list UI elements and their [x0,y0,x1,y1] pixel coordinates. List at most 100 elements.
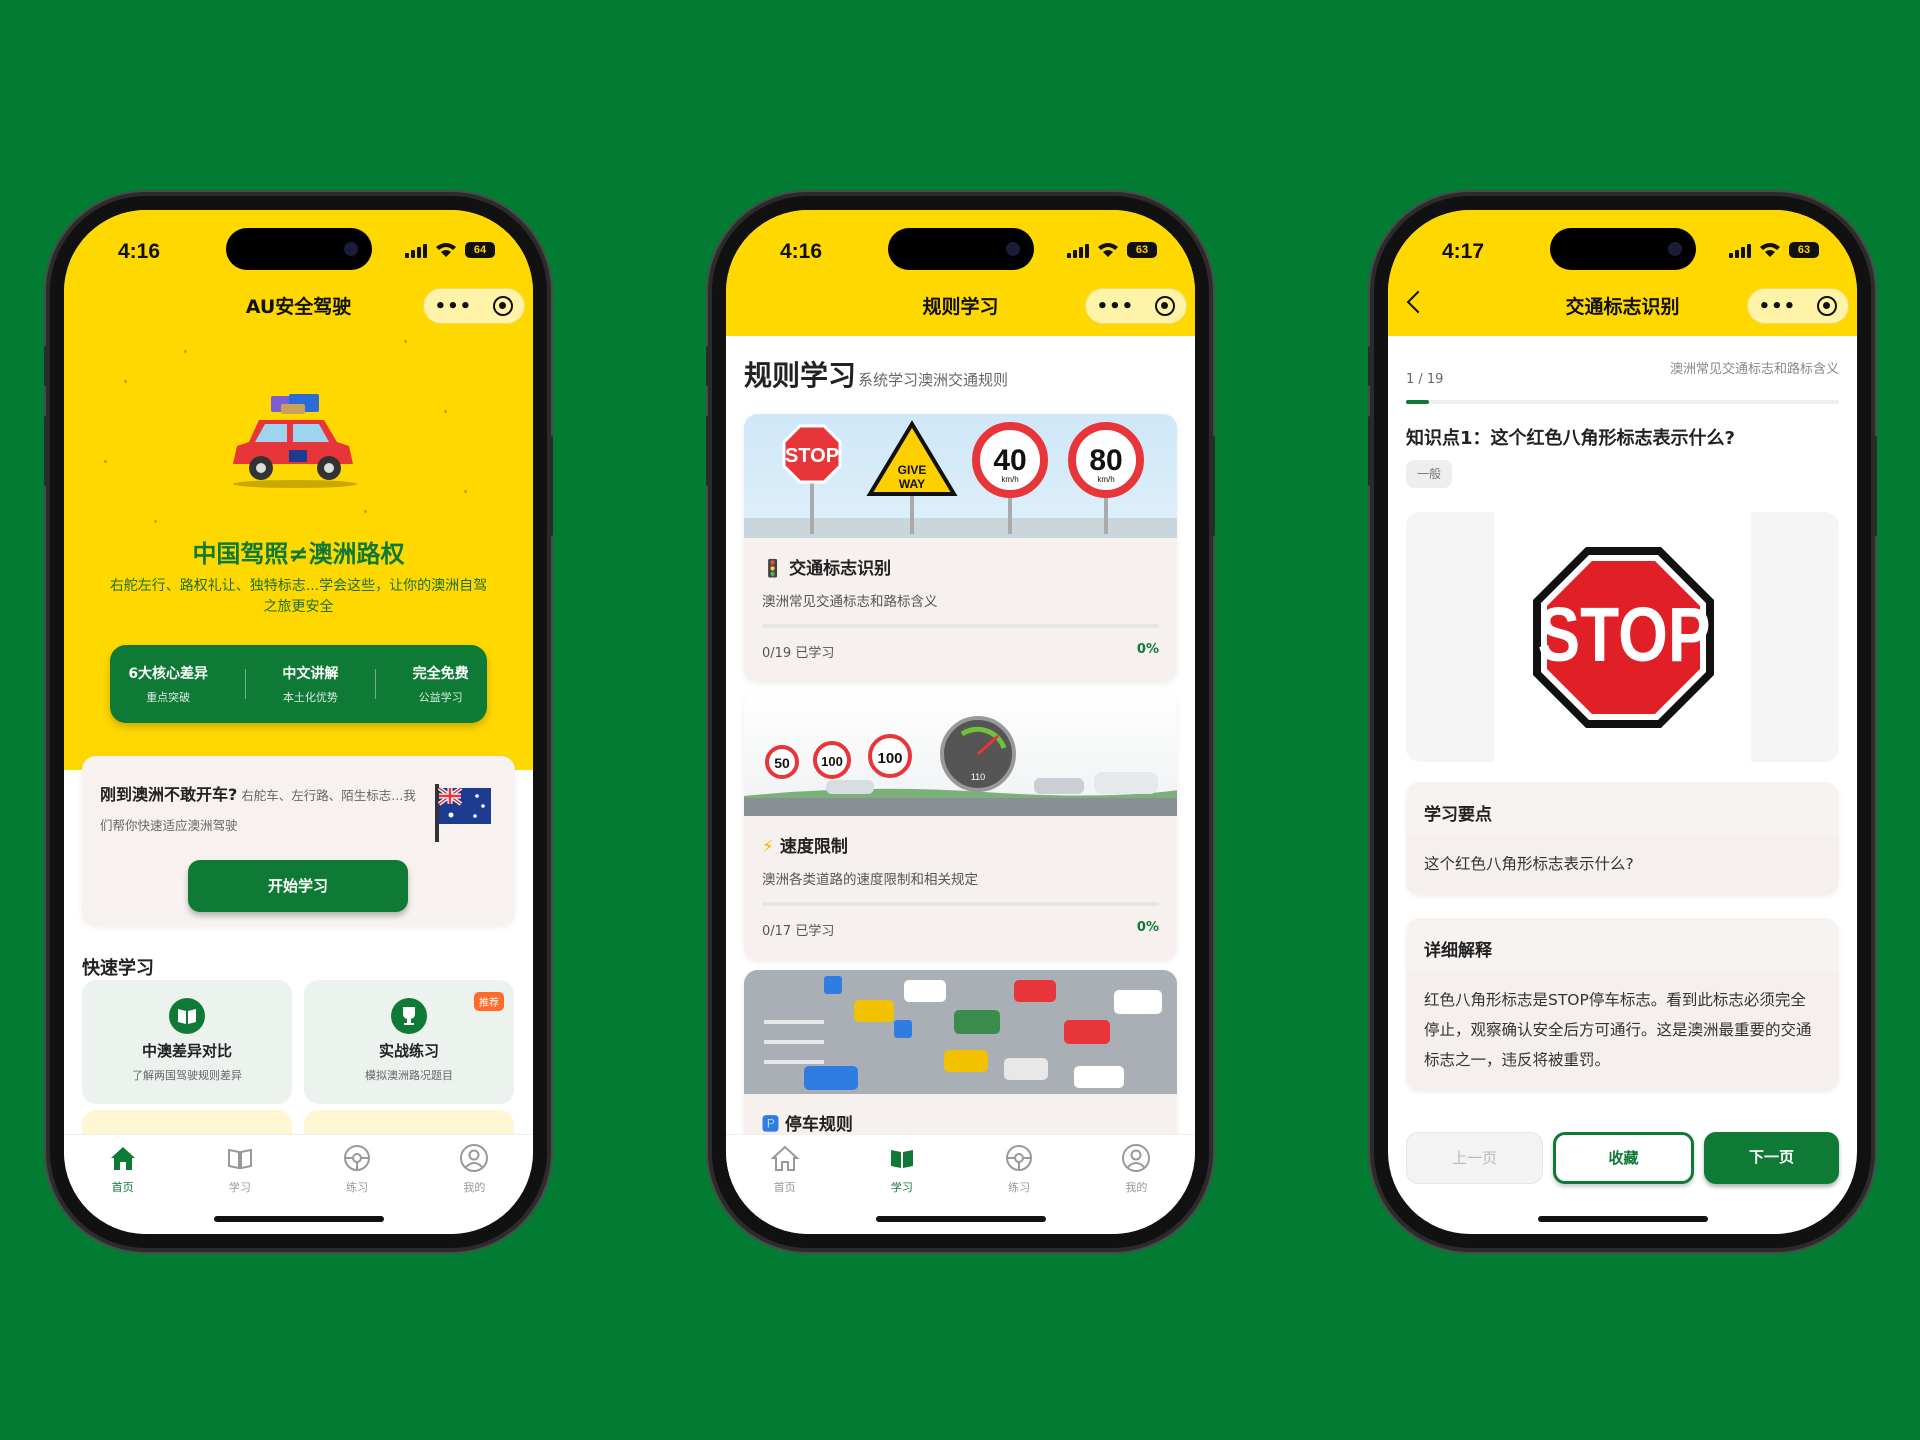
steering-wheel-icon [1006,1145,1033,1171]
quick-card-sub: 模拟澳洲路况题目 [365,1069,453,1082]
favorite-button[interactable]: 收藏 [1553,1132,1694,1184]
page-subtitle: 系统学习澳洲交通规则 [858,371,1009,389]
book-icon [890,1150,913,1168]
promo-text: 刚到澳洲不敢开车? 右舵车、左行路、陌生标志...我们帮你快速适应澳洲驾驶 [100,785,416,833]
screen: 4:17 63 交通标志识别 ••• 1 / 19 澳洲常见交通标志和路标含义 … [1388,210,1857,1234]
svg-text:km/h: km/h [1097,475,1114,484]
mini-program-capsule: ••• [1085,288,1187,324]
battery-icon: 64 [465,242,495,258]
tab-mine[interactable]: 我的 [1096,1143,1176,1234]
lesson-progress: 0/19 已学习 [762,646,835,661]
svg-text:100: 100 [877,750,902,767]
status-time: 4:17 [1442,240,1485,263]
nav-bar: 规则学习 ••• [726,276,1195,336]
quick-card-sub: 了解两国驾驶规则差异 [132,1069,242,1082]
give-way-text: GIVE [898,463,927,477]
key-points-text: 这个红色八角形标志表示什么? [1406,835,1839,895]
topic-label: 澳洲常见交通标志和路标含义 [1669,362,1839,377]
lesson-title: 🚦 交通标志识别 [762,559,892,579]
wifi-icon [1098,243,1118,257]
lesson-card-signs[interactable]: STOP GIVE WAY 40 km/h 80 km/h 🚦 交通标志识别 澳… [744,414,1177,682]
feature-item: 中文讲解 本土化优势 [282,666,339,704]
battery-icon: 63 [1127,242,1157,258]
svg-text:km/h: km/h [1001,475,1018,484]
dynamic-island [225,228,372,270]
signal-icon [1067,242,1089,258]
quick-card-compare[interactable]: 中澳差异对比 了解两国驾驶规则差异 [82,980,292,1104]
difficulty-tag: 一般 [1406,460,1452,488]
tab-home[interactable]: 首页 [83,1143,163,1234]
stop-sign-icon: STOP [1533,547,1714,728]
close-target-icon[interactable] [493,296,514,316]
close-target-icon[interactable] [1155,296,1176,316]
signs-illustration: STOP GIVE WAY 40 km/h 80 km/h [744,414,1177,538]
feature-item: 6大核心差异 重点突破 [128,666,209,704]
home-icon [110,1147,135,1170]
lesson-title: ⚡ 速度限制 [762,837,848,857]
user-icon [1122,1144,1151,1172]
svg-text:50: 50 [774,755,790,771]
wifi-icon [1760,243,1780,257]
quick-card-title: 实战练习 [378,1042,439,1060]
page-heading: 规则学习 系统学习澳洲交通规则 [744,354,1008,394]
status-time: 4:16 [118,240,161,263]
start-learning-button[interactable]: 开始学习 [188,860,408,912]
lesson-card-parking[interactable]: 🅿 停车规则 [744,970,1177,1150]
promo-card: 刚到澳洲不敢开车? 右舵车、左行路、陌生标志...我们帮你快速适应澳洲驾驶 开始… [82,756,515,926]
lesson-desc: 澳洲常见交通标志和路标含义 [762,594,938,610]
lesson-desc: 澳洲各类道路的速度限制和相关规定 [762,872,978,888]
mini-program-capsule: ••• [1747,288,1849,324]
parking-illustration [744,970,1177,1094]
svg-text:100: 100 [821,754,843,769]
nav-bar: 交通标志识别 ••• [1388,276,1857,336]
hero-title: 中国驾照≠澳洲路权 [192,540,405,568]
steering-wheel-icon [344,1145,371,1171]
stop-sign-text: STOP [785,445,839,467]
car-illustration [233,394,357,488]
book-icon [169,998,205,1034]
more-icon[interactable]: ••• [1759,296,1797,317]
lightning-icon: ⚡ [762,837,774,857]
status-time: 4:16 [780,240,823,263]
signal-icon [1729,242,1751,258]
tab-mine[interactable]: 我的 [434,1143,514,1234]
traffic-light-icon: 🚦 [762,559,784,579]
close-target-icon[interactable] [1817,296,1838,316]
question-title: 知识点1：这个红色八角形标志表示什么? [1406,428,1735,449]
key-points-card: 学习要点 这个红色八角形标志表示什么? [1406,782,1839,895]
screen: 中国驾照≠澳洲路权 右舵左行、路权礼让、独特标志...学会这些，让你的澳洲自驾之… [64,210,533,1234]
dynamic-island [1549,228,1696,270]
pager-buttons: 上一页 收藏 下一页 [1406,1132,1839,1184]
quick-card-practice[interactable]: 推荐 实战练习 模拟澳洲路况题目 [304,980,514,1104]
home-indicator [213,1216,384,1222]
phone-sign-detail: 4:17 63 交通标志识别 ••• 1 / 19 澳洲常见交通标志和路标含义 … [1368,196,1877,1248]
lesson-title: 🅿 停车规则 [762,1115,853,1135]
speed-illustration: 50 100 100 110 [744,692,1177,816]
key-points-title: 学习要点 [1424,805,1492,825]
quick-learn-title: 快速学习 [82,958,154,979]
home-indicator [1537,1216,1708,1222]
tab-home[interactable]: 首页 [745,1143,825,1234]
signal-icon [405,242,427,258]
feature-strip: 6大核心差异 重点突破 中文讲解 本土化优势 完全免费 公益学习 [110,645,487,723]
home-indicator [875,1216,1046,1222]
prev-page-button[interactable]: 上一页 [1406,1132,1543,1184]
svg-text:WAY: WAY [899,477,925,491]
quick-card-title: 中澳差异对比 [141,1042,232,1060]
lesson-percent: 0% [1136,920,1159,935]
speed-sign-80: 80 [1089,444,1122,477]
lesson-progress: 0/17 已学习 [762,924,835,939]
feature-item: 完全免费 公益学习 [412,666,469,704]
dynamic-island [887,228,1034,270]
sign-image: STOP [1406,512,1839,762]
page-counter: 1 / 19 [1406,372,1444,387]
next-page-button[interactable]: 下一页 [1704,1132,1839,1184]
australia-flag-icon [435,784,491,842]
more-icon[interactable]: ••• [435,296,473,317]
lesson-card-speed[interactable]: 50 100 100 110 ⚡ 速度限制 澳洲各类道路的速度限制和相关规定 0… [744,692,1177,960]
screen: 4:16 63 规则学习 ••• 规则学习 系统学习澳洲交通规则 STOP GI… [726,210,1195,1234]
explanation-text: 红色八角形标志是STOP停车标志。看到此标志必须完全停止，观察确认安全后方可通行… [1406,971,1839,1091]
more-icon[interactable]: ••• [1097,296,1135,317]
progress-bar [762,902,1159,906]
progress-bar [1406,400,1839,404]
